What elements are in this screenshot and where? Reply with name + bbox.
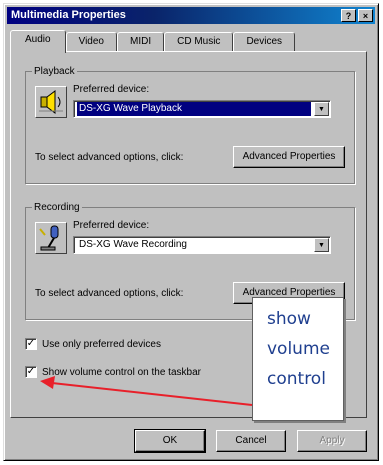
playback-device-label: Preferred device:: [73, 84, 150, 95]
ok-button[interactable]: OK: [134, 429, 206, 453]
recording-device-label: Preferred device:: [73, 220, 150, 231]
playback-advanced-hint: To select advanced options, click:: [35, 152, 184, 163]
speaker-icon: [35, 86, 67, 118]
microphone-icon: [35, 222, 67, 254]
recording-advanced-hint: To select advanced options, click:: [35, 288, 184, 299]
playback-device-select[interactable]: DS-XG Wave Playback ▼: [73, 100, 331, 118]
use-preferred-devices-option[interactable]: ✓ Use only preferred devices: [25, 338, 161, 350]
chevron-down-icon[interactable]: ▼: [314, 102, 329, 116]
show-volume-control-label: Show volume control on the taskbar: [42, 366, 201, 378]
help-button[interactable]: ?: [341, 9, 356, 22]
annotation-callout: show volume control: [252, 297, 344, 421]
chevron-down-icon[interactable]: ▼: [314, 238, 329, 252]
use-preferred-devices-checkbox[interactable]: ✓: [25, 338, 37, 350]
tab-midi[interactable]: MIDI: [116, 32, 165, 52]
callout-line-2: volume: [267, 339, 330, 359]
callout-line-1: show: [267, 309, 311, 329]
tab-audio[interactable]: Audio: [10, 30, 66, 53]
show-volume-control-checkbox[interactable]: ✓: [25, 366, 37, 378]
recording-device-value: DS-XG Wave Recording: [79, 239, 187, 250]
playback-advanced-properties-button[interactable]: Advanced Properties: [233, 146, 345, 168]
show-volume-control-option[interactable]: ✓ Show volume control on the taskbar: [25, 366, 201, 378]
recording-group-label: Recording: [34, 202, 80, 213]
playback-device-value: DS-XG Wave Playback: [77, 102, 311, 116]
cancel-button[interactable]: Cancel: [216, 430, 286, 452]
window-title: Multimedia Properties: [11, 9, 126, 21]
tab-strip: Audio Video MIDI CD Music Devices: [10, 30, 296, 53]
close-button[interactable]: ×: [358, 9, 373, 22]
use-preferred-devices-label: Use only preferred devices: [42, 338, 161, 350]
title-bar[interactable]: Multimedia Properties ? ×: [7, 7, 375, 24]
tab-cd-music[interactable]: CD Music: [164, 32, 234, 52]
tab-devices[interactable]: Devices: [233, 32, 296, 52]
tab-video[interactable]: Video: [65, 32, 117, 52]
callout-line-3: control: [267, 369, 326, 389]
playback-group-label: Playback: [34, 66, 75, 77]
apply-button[interactable]: Apply: [297, 430, 367, 452]
recording-device-select[interactable]: DS-XG Wave Recording ▼: [73, 236, 331, 254]
